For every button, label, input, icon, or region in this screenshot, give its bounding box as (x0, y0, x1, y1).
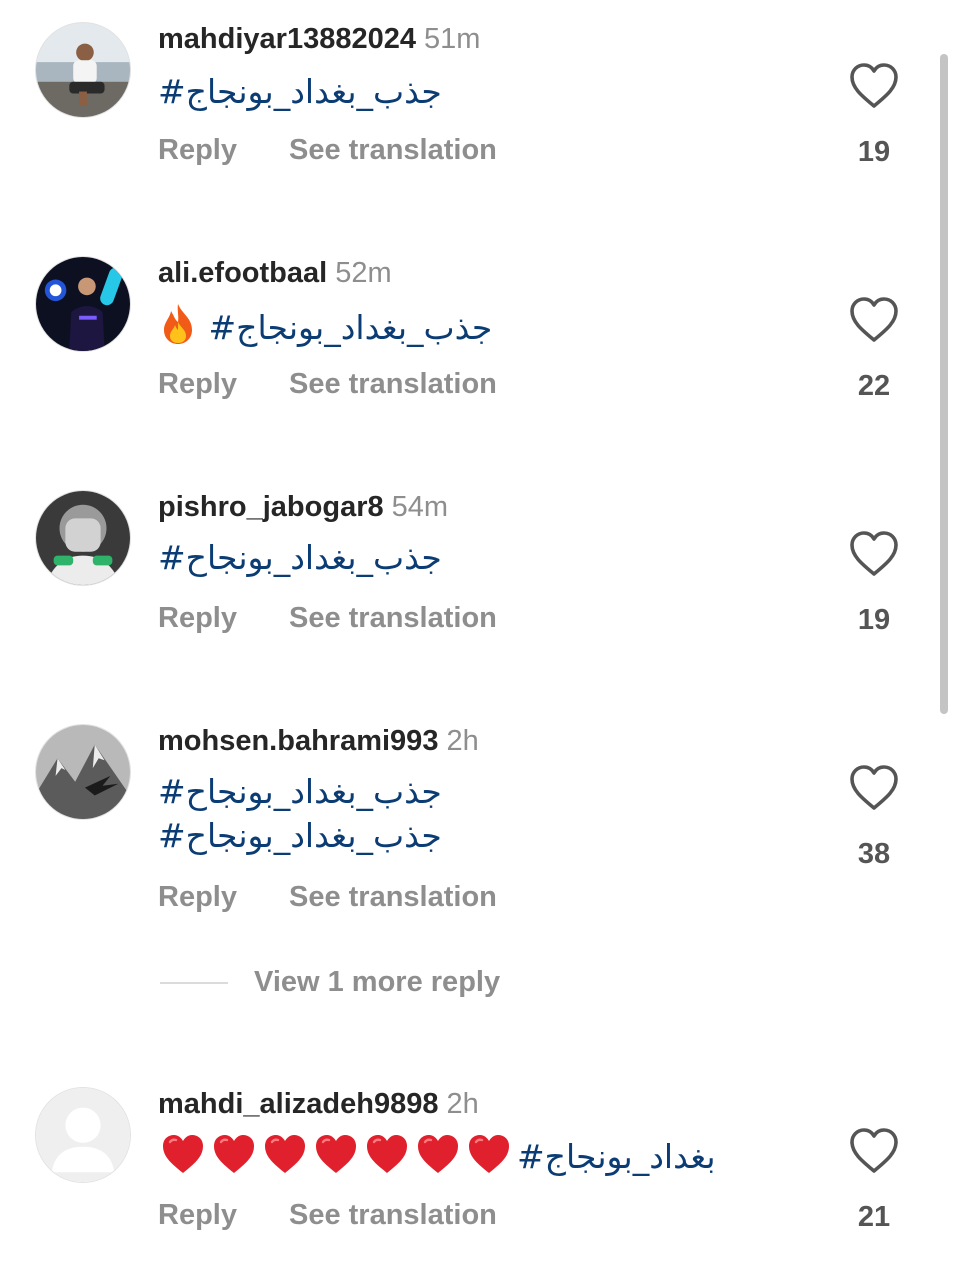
like-count: 38 (857, 838, 891, 870)
scrollbar-thumb[interactable] (940, 54, 948, 714)
comment-header: ali.efootbaal 52m (158, 256, 392, 290)
like-heart-icon[interactable] (848, 764, 900, 812)
username[interactable]: mahdi_alizadeh9898 (158, 1088, 438, 1120)
comment-actions: Reply See translation (158, 881, 497, 914)
red-heart-emoji-icon (313, 1132, 359, 1181)
reply-button[interactable]: Reply (158, 1199, 237, 1232)
like-count: 21 (857, 1201, 891, 1233)
avatar[interactable] (35, 1087, 131, 1183)
default-avatar-image (36, 1088, 130, 1182)
fire-emoji-icon (158, 302, 198, 357)
avatar[interactable] (35, 22, 131, 118)
comment-text[interactable]: #جذب_بغداد_بونجاج (158, 70, 442, 114)
comment-actions: Reply See translation (158, 602, 497, 635)
mountain-eagle-avatar-image (36, 725, 130, 819)
red-heart-emoji-icon (364, 1132, 410, 1181)
username[interactable]: mohsen.bahrami993 (158, 725, 438, 757)
avatar[interactable] (35, 724, 131, 820)
see-translation-button[interactable]: See translation (289, 881, 497, 914)
like-count: 19 (857, 604, 891, 636)
comment-text[interactable]: #جذب_بغداد_بونجاج (158, 302, 492, 357)
red-heart-emoji-icon (211, 1132, 257, 1181)
timestamp: 2h (446, 725, 479, 757)
reply-button[interactable]: Reply (158, 602, 237, 635)
see-translation-button[interactable]: See translation (289, 368, 497, 401)
reply-button[interactable]: Reply (158, 368, 237, 401)
view-more-replies-button[interactable]: View 1 more reply (160, 966, 500, 1000)
username[interactable]: ali.efootbaal (158, 257, 327, 289)
efootball-player-avatar-image (36, 257, 130, 351)
man-sitting-avatar-image (36, 23, 130, 117)
username[interactable]: pishro_jabogar8 (158, 491, 384, 523)
avatar[interactable] (35, 490, 131, 586)
red-heart-emoji-icon (262, 1132, 308, 1181)
comment-actions: Reply See translation (158, 134, 497, 167)
reply-button[interactable]: Reply (158, 134, 237, 167)
comment-header: mohsen.bahrami993 2h (158, 724, 479, 758)
hashtag-text[interactable]: #بغداد_بونجاج (517, 1137, 716, 1176)
comment-header: pishro_jabogar8 54m (158, 490, 448, 524)
like-heart-icon[interactable] (848, 530, 900, 578)
view-more-replies-label[interactable]: View 1 more reply (254, 966, 500, 998)
see-translation-button[interactable]: See translation (289, 134, 497, 167)
comment-actions: Reply See translation (158, 368, 497, 401)
timestamp: 51m (423, 23, 481, 55)
see-translation-button[interactable]: See translation (289, 1199, 497, 1232)
like-heart-icon[interactable] (848, 62, 900, 110)
red-heart-emoji-icon (160, 1132, 206, 1181)
comment-actions: Reply See translation (158, 1199, 497, 1232)
comment-text[interactable]: #جذب_بغداد_بونجاح (158, 536, 442, 580)
comment-text[interactable]: #جذب_بغداد_بونجاح #جذب_بغداد_بونجاح (158, 770, 442, 858)
timestamp: 52m (335, 257, 392, 289)
red-heart-emoji-icon (466, 1132, 512, 1181)
like-heart-icon[interactable] (848, 1127, 900, 1175)
red-heart-emoji-icon (415, 1132, 461, 1181)
like-count: 22 (857, 370, 891, 402)
comment-header: mahdiyar13882024 51m (158, 22, 480, 56)
username[interactable]: mahdiyar13882024 (158, 23, 416, 55)
face-covered-avatar-image (36, 491, 130, 585)
timestamp: 2h (446, 1088, 479, 1120)
comment-header: mahdi_alizadeh9898 2h (158, 1087, 479, 1121)
like-count: 19 (857, 136, 891, 168)
reply-button[interactable]: Reply (158, 881, 237, 914)
like-heart-icon[interactable] (848, 296, 900, 344)
hashtag-text[interactable]: #جذب_بغداد_بونجاج (209, 308, 493, 347)
comment-text[interactable]: #بغداد_بونجاج (160, 1132, 716, 1181)
see-translation-button[interactable]: See translation (289, 602, 497, 635)
timestamp: 54m (391, 491, 449, 523)
reply-thread-line (160, 981, 228, 984)
avatar[interactable] (35, 256, 131, 352)
